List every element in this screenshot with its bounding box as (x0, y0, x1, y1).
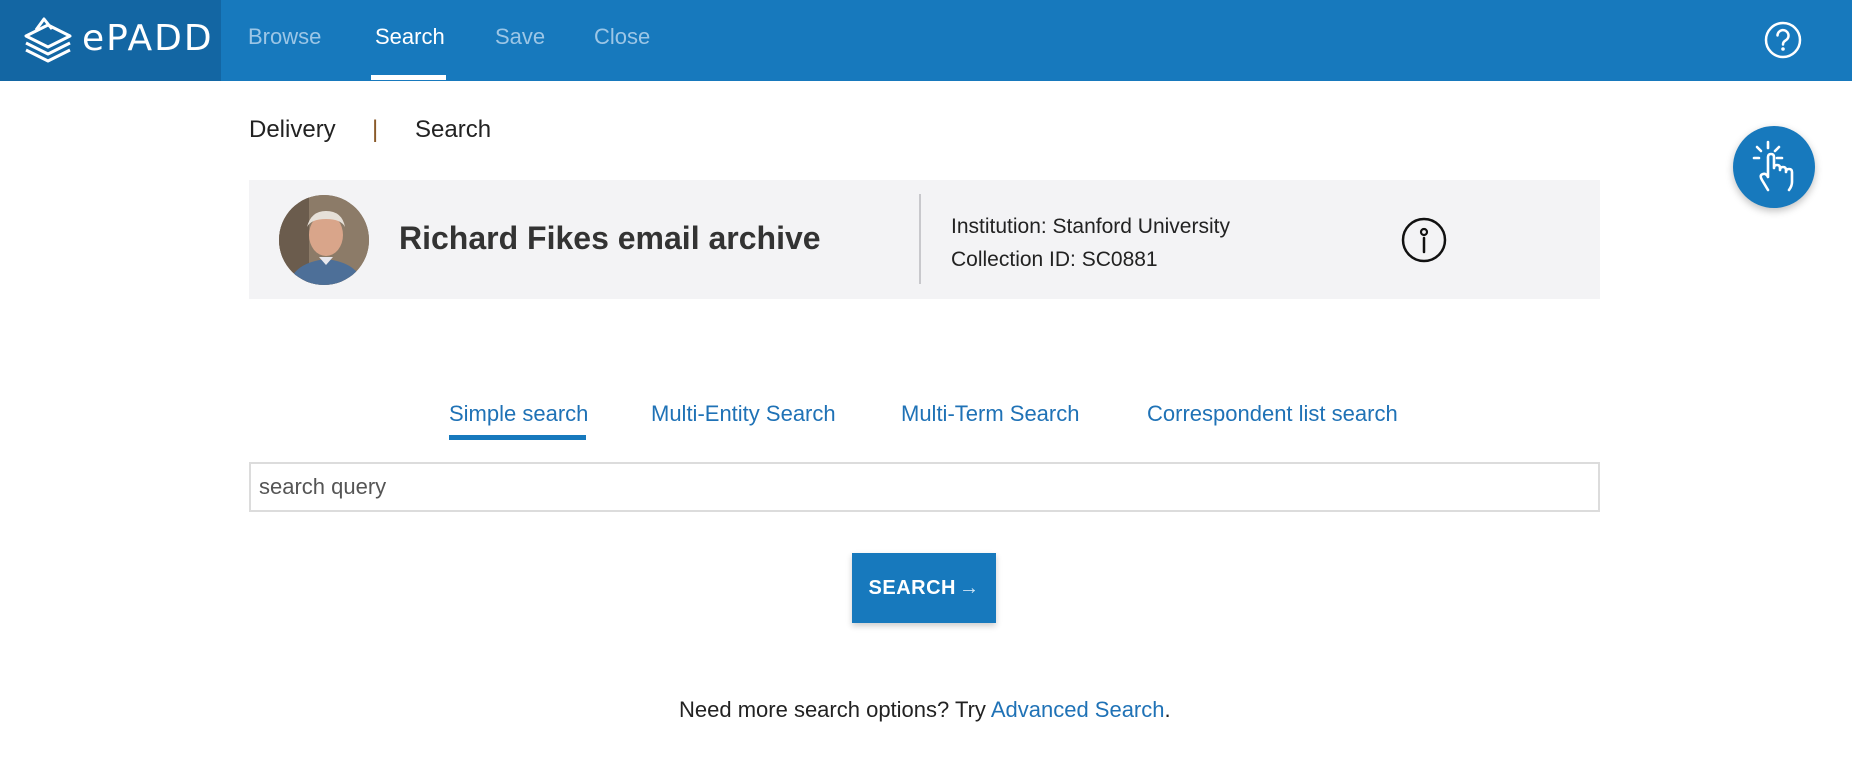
archive-metadata: Institution: Stanford University Collect… (951, 210, 1230, 276)
tab-simple-search[interactable]: Simple search (449, 401, 588, 427)
touch-hand-icon (1752, 140, 1794, 192)
avatar-portrait-image (279, 195, 369, 285)
avatar (279, 195, 369, 285)
tab-correspondent-list-search[interactable]: Correspondent list search (1147, 401, 1398, 427)
tab-active-indicator (449, 435, 586, 440)
breadcrumb-separator: | (372, 116, 379, 143)
logo[interactable]: ePADD (0, 0, 221, 81)
tab-multi-entity-search[interactable]: Multi-Entity Search (651, 401, 836, 427)
tab-multi-term-search[interactable]: Multi-Term Search (901, 401, 1079, 427)
tour-help-button[interactable] (1733, 126, 1815, 208)
nav-browse[interactable]: Browse (248, 24, 321, 50)
advanced-search-hint: Need more search options? Try Advanced S… (679, 697, 1171, 723)
nav-search[interactable]: Search (375, 24, 445, 50)
nav-save[interactable]: Save (495, 24, 545, 50)
advanced-search-prefix: Need more search options? Try (679, 697, 991, 722)
nav-active-indicator (371, 75, 446, 80)
advanced-search-suffix: . (1164, 697, 1171, 722)
arrow-right-icon: → (958, 576, 980, 599)
search-input[interactable] (249, 462, 1600, 512)
nav-close[interactable]: Close (594, 24, 650, 50)
search-button[interactable]: SEARCH → (852, 553, 996, 623)
breadcrumb-search: Search (415, 116, 492, 143)
top-navigation-bar: ePADD Browse Search Save Close (0, 0, 1852, 81)
search-button-label: SEARCH (868, 576, 956, 599)
archive-title: Richard Fikes email archive (399, 220, 821, 256)
advanced-search-link[interactable]: Advanced Search (991, 697, 1165, 722)
collection-id-text: Collection ID: SC0881 (951, 248, 1158, 271)
breadcrumb-delivery[interactable]: Delivery (249, 116, 336, 144)
institution-text: Institution: Stanford University (951, 215, 1230, 238)
info-icon[interactable] (1401, 217, 1447, 263)
archive-header-card: Richard Fikes email archive Institution:… (249, 180, 1600, 299)
logo-text: ePADD (82, 18, 214, 59)
epadd-logo-icon (24, 17, 72, 63)
card-divider (919, 194, 921, 284)
help-icon[interactable] (1763, 20, 1803, 60)
